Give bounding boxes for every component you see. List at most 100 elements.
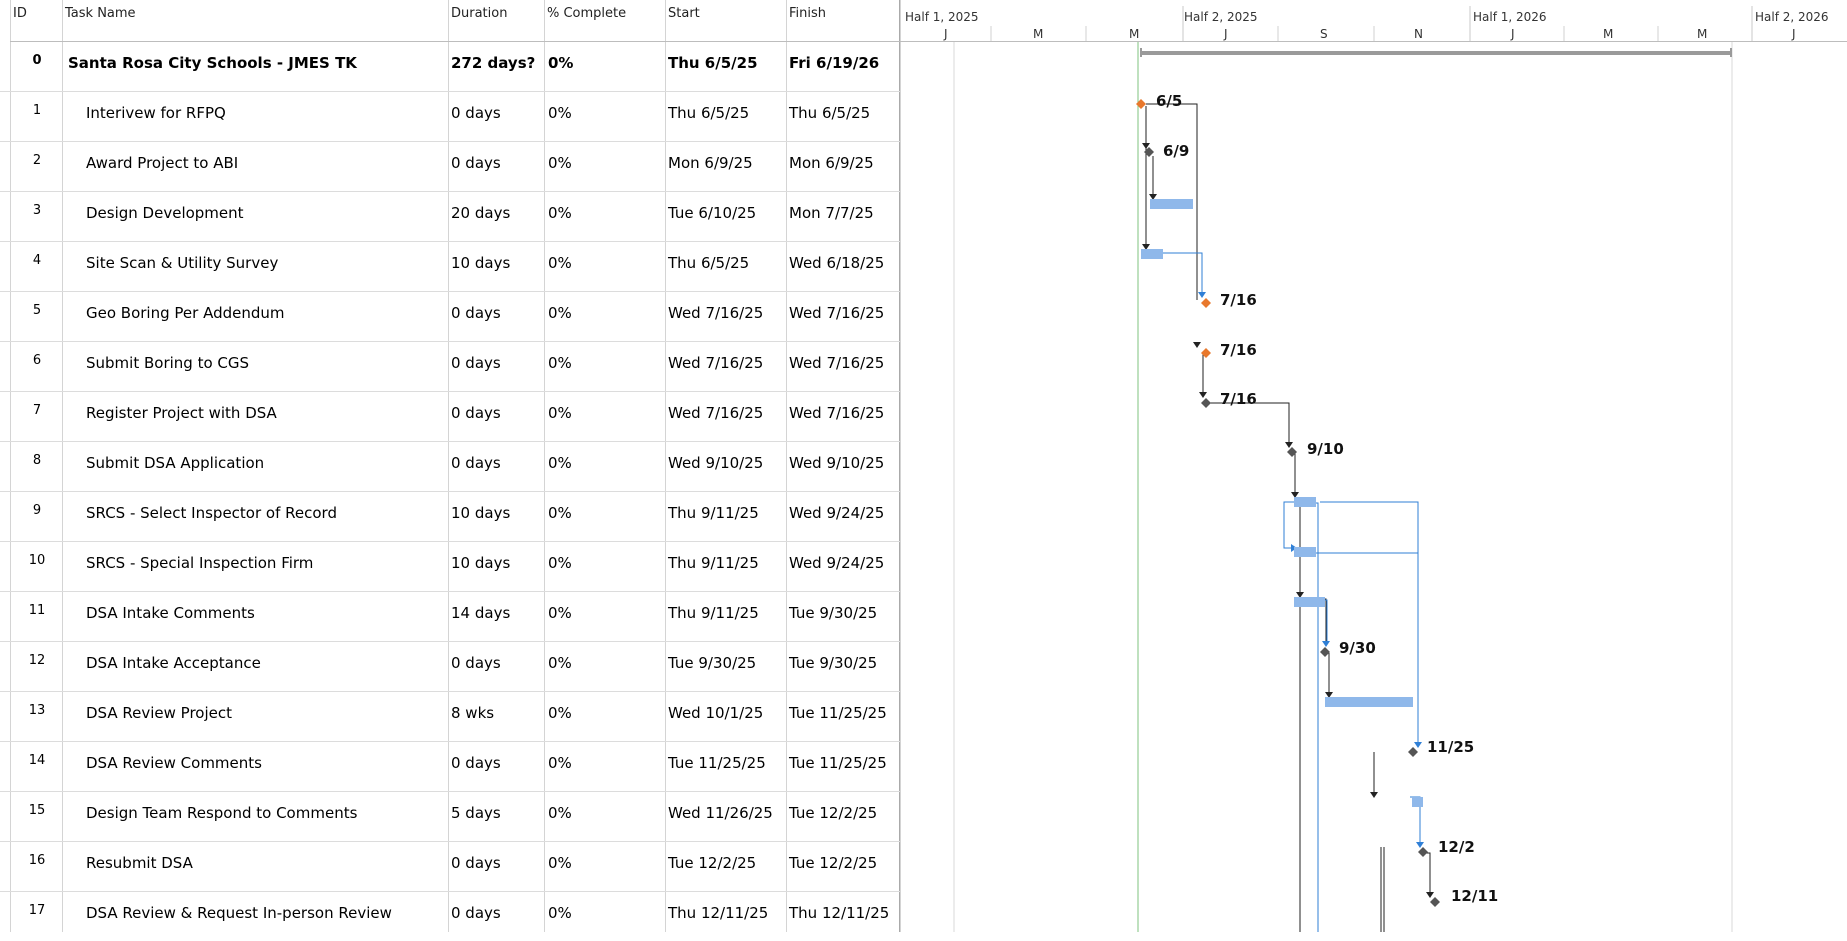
summary-bar[interactable]: [1140, 48, 1732, 57]
milestone-16[interactable]: [1418, 847, 1428, 857]
task-duration[interactable]: 0 days: [451, 642, 501, 691]
task-name[interactable]: DSA Review Project: [86, 692, 232, 741]
task-finish[interactable]: Thu 6/5/25: [789, 92, 870, 141]
table-row[interactable]: 5 Geo Boring Per Addendum 0 days 0% Wed …: [0, 292, 900, 342]
task-start[interactable]: Thu 6/5/25: [668, 42, 758, 91]
task-bar-3[interactable]: [1150, 199, 1193, 209]
task-start[interactable]: Tue 11/25/25: [668, 742, 766, 791]
task-duration[interactable]: 0 days: [451, 142, 501, 191]
task-name[interactable]: Resubmit DSA: [86, 842, 193, 891]
task-finish[interactable]: Wed 9/24/25: [789, 492, 884, 541]
task-finish[interactable]: Mon 7/7/25: [789, 192, 874, 241]
milestone-7[interactable]: [1201, 398, 1211, 408]
task-percent-complete[interactable]: 0%: [548, 342, 572, 391]
task-percent-complete[interactable]: 0%: [548, 892, 572, 941]
column-header-start[interactable]: Start: [665, 0, 785, 42]
table-row[interactable]: 8 Submit DSA Application 0 days 0% Wed 9…: [0, 442, 900, 492]
task-percent-complete[interactable]: 0%: [548, 42, 573, 91]
task-name[interactable]: Submit Boring to CGS: [86, 342, 249, 391]
task-duration[interactable]: 10 days: [451, 492, 510, 541]
task-finish[interactable]: Tue 12/2/25: [789, 842, 877, 891]
milestone-17[interactable]: [1430, 897, 1440, 907]
task-bar-13[interactable]: [1325, 697, 1413, 707]
task-finish[interactable]: Tue 12/2/25: [789, 792, 877, 841]
column-header-task-name[interactable]: Task Name: [62, 0, 448, 42]
task-percent-complete[interactable]: 0%: [548, 242, 572, 291]
task-name[interactable]: DSA Intake Acceptance: [86, 642, 261, 691]
table-row[interactable]: 12 DSA Intake Acceptance 0 days 0% Tue 9…: [0, 642, 900, 692]
task-duration[interactable]: 10 days: [451, 542, 510, 591]
task-duration[interactable]: 0 days: [451, 892, 501, 941]
task-name[interactable]: Submit DSA Application: [86, 442, 264, 491]
task-start[interactable]: Wed 7/16/25: [668, 342, 763, 391]
task-bar-15[interactable]: [1412, 797, 1423, 807]
task-percent-complete[interactable]: 0%: [548, 492, 572, 541]
task-finish[interactable]: Fri 6/19/26: [789, 42, 879, 91]
task-bar-10[interactable]: [1294, 547, 1316, 557]
task-percent-complete[interactable]: 0%: [548, 542, 572, 591]
task-percent-complete[interactable]: 0%: [548, 792, 572, 841]
task-name[interactable]: Geo Boring Per Addendum: [86, 292, 285, 341]
task-start[interactable]: Tue 9/30/25: [668, 642, 756, 691]
task-duration[interactable]: 5 days: [451, 792, 501, 841]
column-header-finish[interactable]: Finish: [786, 0, 899, 42]
task-start[interactable]: Tue 12/2/25: [668, 842, 756, 891]
table-row[interactable]: 13 DSA Review Project 8 wks 0% Wed 10/1/…: [0, 692, 900, 742]
milestone-5[interactable]: [1201, 298, 1211, 308]
task-percent-complete[interactable]: 0%: [548, 592, 572, 641]
task-name[interactable]: SRCS - Special Inspection Firm: [86, 542, 313, 591]
task-percent-complete[interactable]: 0%: [548, 192, 572, 241]
task-finish[interactable]: Tue 11/25/25: [789, 692, 887, 741]
task-finish[interactable]: Tue 9/30/25: [789, 592, 877, 641]
task-percent-complete[interactable]: 0%: [548, 142, 572, 191]
task-name[interactable]: Santa Rosa City Schools - JMES TK: [68, 42, 357, 91]
task-start[interactable]: Thu 6/5/25: [668, 92, 749, 141]
task-bar-4[interactable]: [1141, 249, 1163, 259]
task-finish[interactable]: Tue 11/25/25: [789, 742, 887, 791]
table-row[interactable]: 16 Resubmit DSA 0 days 0% Tue 12/2/25 Tu…: [0, 842, 900, 892]
column-header-id[interactable]: ID: [10, 0, 65, 42]
task-duration[interactable]: 0 days: [451, 292, 501, 341]
gantt-chart[interactable]: 6/5 6/9 7/16 7/16 7/16 9/10 9/30 11/25 1…: [900, 0, 1847, 932]
task-start[interactable]: Wed 7/16/25: [668, 292, 763, 341]
task-start[interactable]: Thu 9/11/25: [668, 542, 759, 591]
task-duration[interactable]: 20 days: [451, 192, 510, 241]
table-row[interactable]: 3 Design Development 20 days 0% Tue 6/10…: [0, 192, 900, 242]
task-start[interactable]: Thu 6/5/25: [668, 242, 749, 291]
task-percent-complete[interactable]: 0%: [548, 392, 572, 441]
task-name[interactable]: Interivew for RFPQ: [86, 92, 226, 141]
table-row[interactable]: 2 Award Project to ABI 0 days 0% Mon 6/9…: [0, 142, 900, 192]
table-row[interactable]: 7 Register Project with DSA 0 days 0% We…: [0, 392, 900, 442]
task-finish[interactable]: Mon 6/9/25: [789, 142, 874, 191]
column-header-percent-complete[interactable]: % Complete: [544, 0, 664, 42]
task-finish[interactable]: Wed 7/16/25: [789, 392, 884, 441]
task-duration[interactable]: 0 days: [451, 392, 501, 441]
task-duration[interactable]: 0 days: [451, 92, 501, 141]
task-finish[interactable]: Wed 7/16/25: [789, 342, 884, 391]
table-row[interactable]: 10 SRCS - Special Inspection Firm 10 day…: [0, 542, 900, 592]
task-duration[interactable]: 0 days: [451, 342, 501, 391]
task-name[interactable]: DSA Review & Request In-person Review: [86, 892, 392, 941]
task-duration[interactable]: 272 days?: [451, 42, 535, 91]
table-row-summary[interactable]: 0 Santa Rosa City Schools - JMES TK 272 …: [0, 42, 900, 92]
task-bar-11[interactable]: [1294, 597, 1325, 607]
task-duration[interactable]: 14 days: [451, 592, 510, 641]
task-finish[interactable]: Wed 7/16/25: [789, 292, 884, 341]
table-row[interactable]: 6 Submit Boring to CGS 0 days 0% Wed 7/1…: [0, 342, 900, 392]
task-name[interactable]: Site Scan & Utility Survey: [86, 242, 278, 291]
task-start[interactable]: Tue 6/10/25: [668, 192, 756, 241]
task-duration[interactable]: 0 days: [451, 442, 501, 491]
column-header-duration[interactable]: Duration: [448, 0, 544, 42]
task-name[interactable]: Design Team Respond to Comments: [86, 792, 357, 841]
task-bar-9[interactable]: [1294, 497, 1316, 507]
task-finish[interactable]: Wed 6/18/25: [789, 242, 884, 291]
task-name[interactable]: SRCS - Select Inspector of Record: [86, 492, 337, 541]
table-row[interactable]: 4 Site Scan & Utility Survey 10 days 0% …: [0, 242, 900, 292]
task-percent-complete[interactable]: 0%: [548, 692, 572, 741]
task-finish[interactable]: Tue 9/30/25: [789, 642, 877, 691]
task-finish[interactable]: Wed 9/10/25: [789, 442, 884, 491]
task-name[interactable]: Register Project with DSA: [86, 392, 277, 441]
task-name[interactable]: DSA Review Comments: [86, 742, 262, 791]
task-start[interactable]: Wed 11/26/25: [668, 792, 773, 841]
task-finish[interactable]: Wed 9/24/25: [789, 542, 884, 591]
